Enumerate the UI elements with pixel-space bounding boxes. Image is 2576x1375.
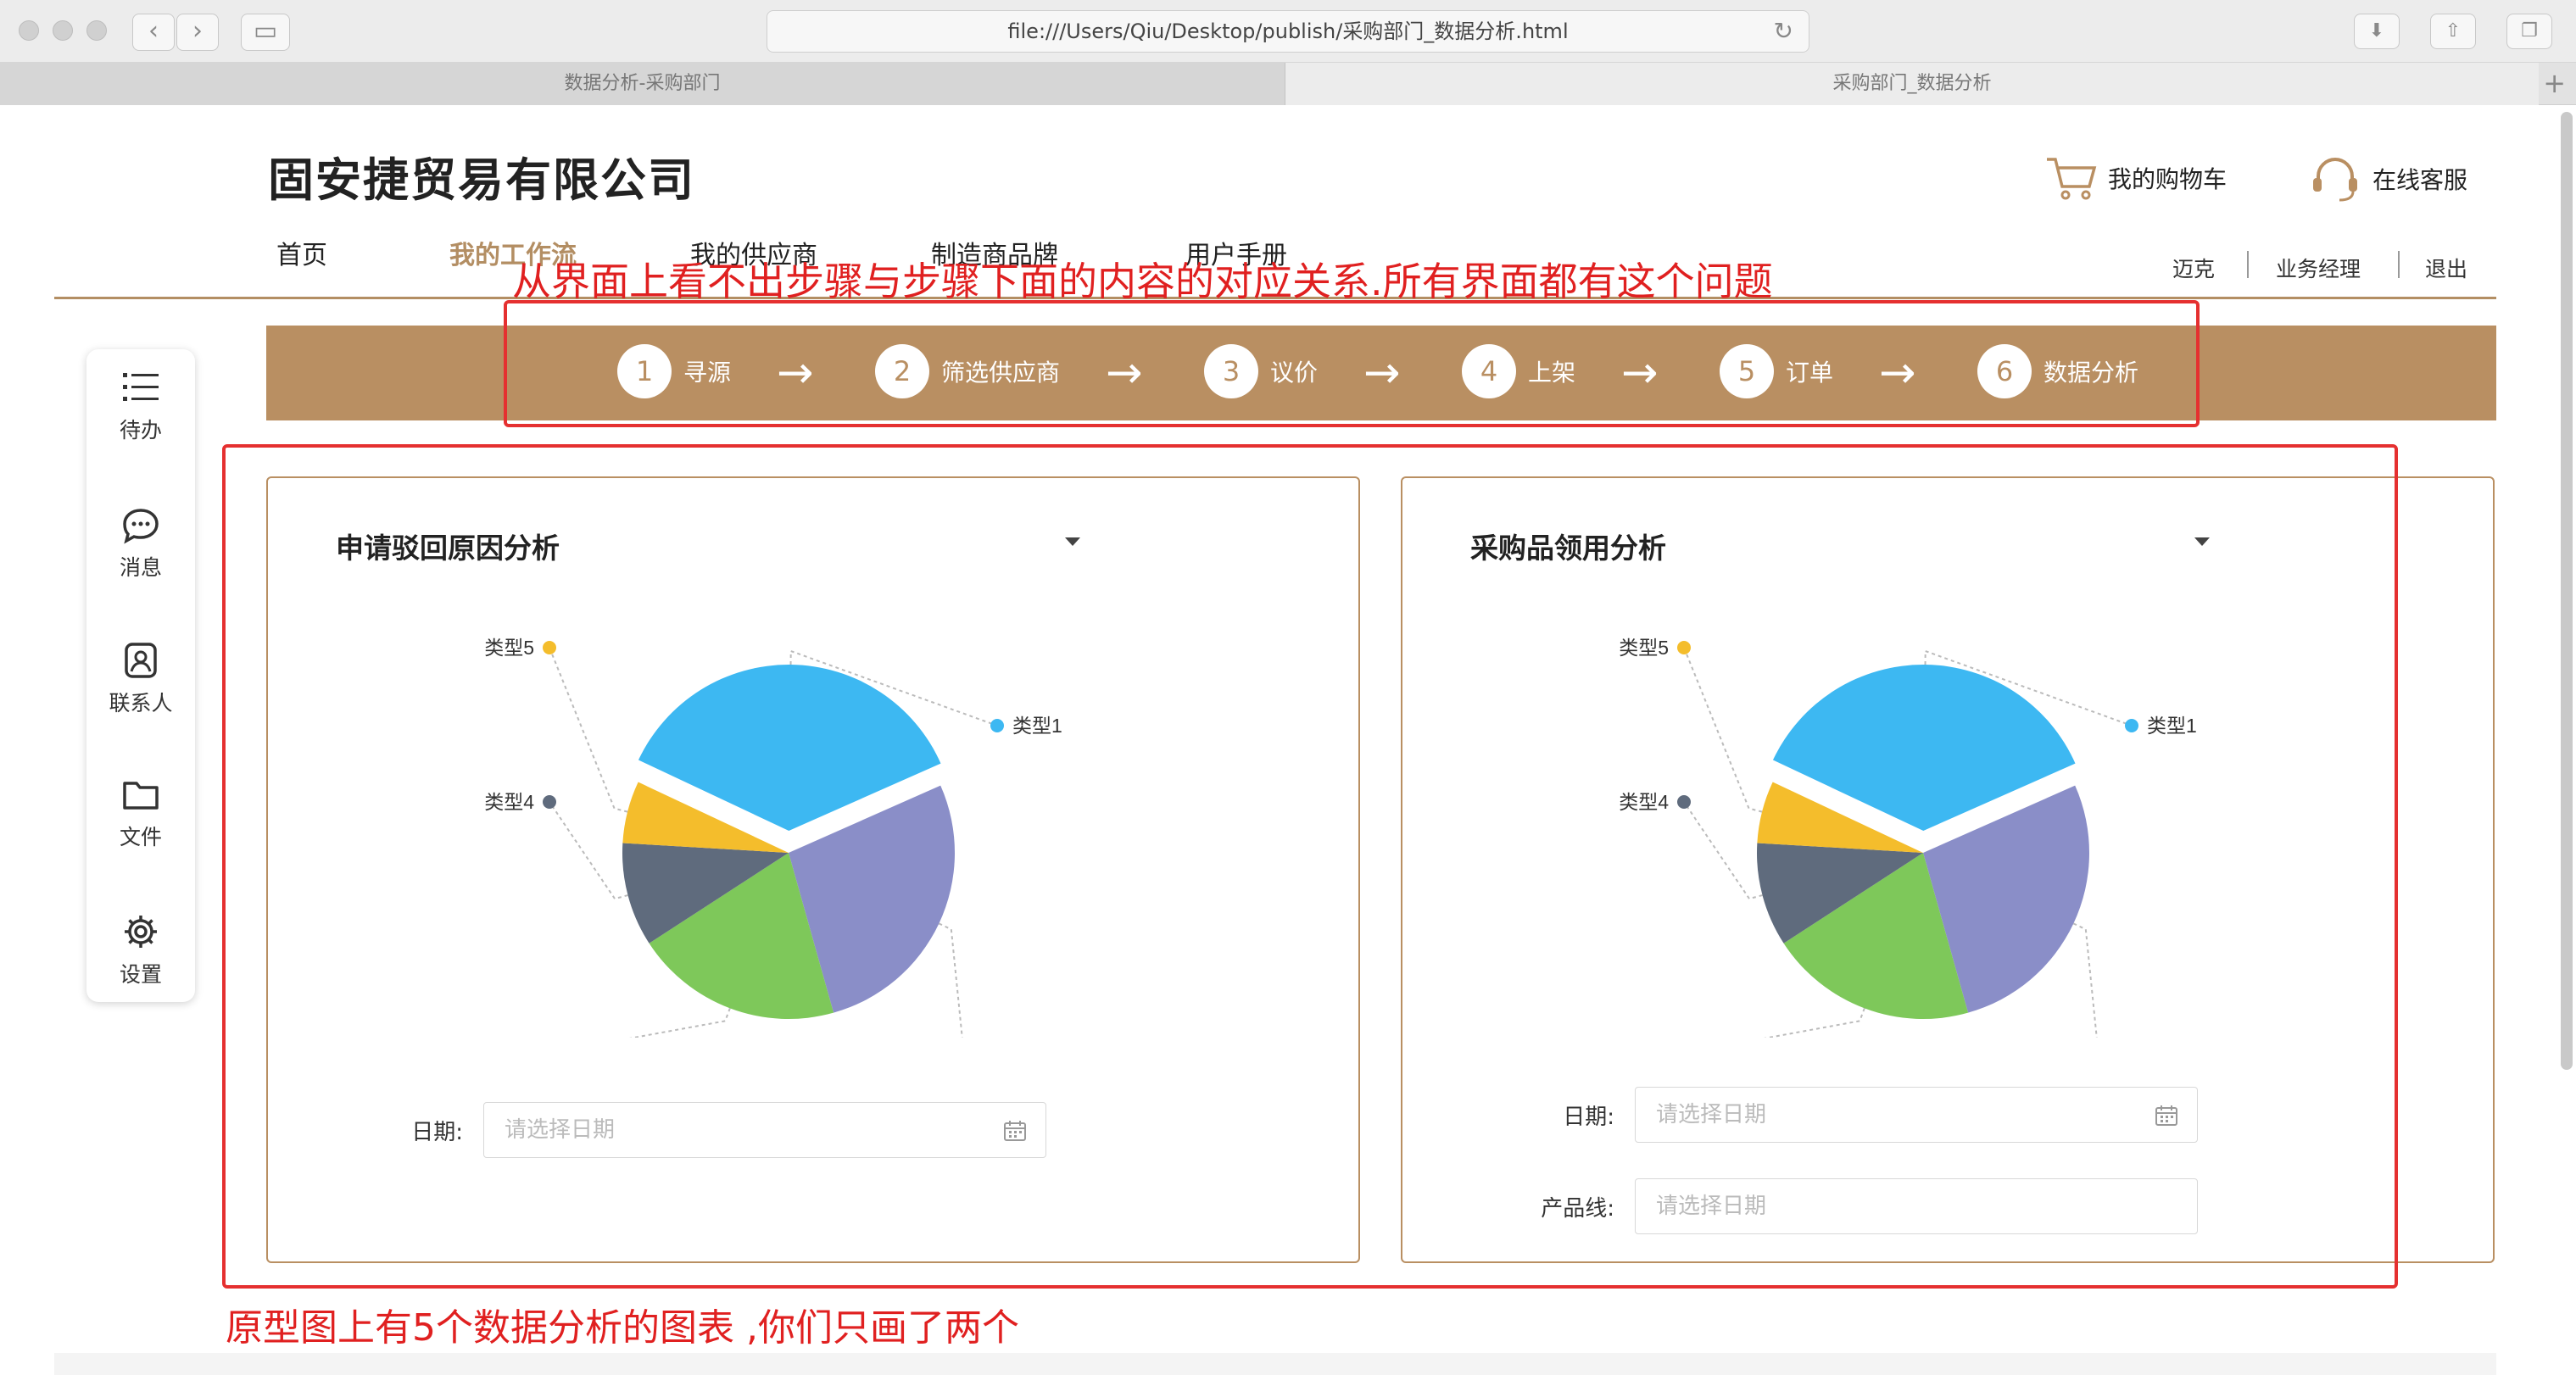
url-text: file:///Users/Qiu/Desktop/publish/采购部门_数…	[1007, 19, 1569, 43]
sidebar-toggle-icon[interactable]: ▭	[241, 14, 290, 51]
annotation-box-charts	[222, 444, 2398, 1289]
scrollbar[interactable]	[2561, 112, 2573, 1070]
sidebar-item-label: 联系人	[109, 691, 173, 715]
company-logo: 固安捷贸易有限公司	[268, 153, 695, 207]
logout-link[interactable]: 退出	[2425, 253, 2467, 283]
user-role[interactable]: 业务经理	[2276, 253, 2361, 283]
tab-procurement[interactable]: 采购部门_数据分析	[1285, 63, 2539, 105]
close-window-button[interactable]	[19, 20, 39, 41]
divider	[2398, 251, 2400, 278]
page-footer-strip	[54, 1353, 2496, 1375]
address-bar[interactable]: file:///Users/Qiu/Desktop/publish/采购部门_数…	[767, 10, 1809, 53]
tabs-overview-icon[interactable]: ❐	[2506, 14, 2552, 49]
cart-link[interactable]: 我的购物车	[2044, 153, 2227, 203]
sidebar-item-settings[interactable]: 设置	[86, 910, 195, 988]
sidebar-item-files[interactable]: 文件	[86, 773, 195, 851]
sidebar-item-label: 设置	[119, 962, 162, 987]
service-label: 在线客服	[2372, 166, 2468, 194]
sidebar-item-label: 文件	[119, 825, 162, 849]
browser-toolbar: ‹ › ▭ file:///Users/Qiu/Desktop/publish/…	[0, 0, 2576, 63]
back-icon[interactable]: ‹	[132, 14, 175, 51]
list-icon	[123, 373, 159, 401]
headset-icon	[2313, 158, 2357, 202]
share-icon[interactable]: ⇧	[2430, 14, 2476, 49]
sidebar-item-messages[interactable]: 消息	[86, 505, 195, 582]
new-tab-icon[interactable]: +	[2543, 63, 2566, 103]
annotation-box-steps	[504, 300, 2200, 427]
annotation-bottom: 原型图上有5个数据分析的图表 ,你们只画了两个	[226, 1306, 1019, 1350]
divider	[2247, 251, 2249, 278]
tab-bar: 数据分析-采购部门 采购部门_数据分析 +	[0, 63, 2576, 105]
service-link[interactable]: 在线客服	[2308, 153, 2467, 205]
sidebar-item-contacts[interactable]: 联系人	[86, 639, 195, 717]
folder-icon	[123, 782, 159, 810]
gear-icon	[125, 916, 157, 948]
cart-label: 我的购物车	[2108, 165, 2228, 193]
zoom-window-button[interactable]	[86, 20, 107, 41]
minimize-window-button[interactable]	[53, 20, 73, 41]
sidebar: 待办 消息 联系人 文件 设置	[86, 349, 195, 1002]
tab-data-analysis[interactable]: 数据分析-采购部门	[0, 63, 1285, 105]
download-icon[interactable]: ⬇	[2354, 14, 2400, 49]
forward-icon[interactable]: ›	[176, 14, 219, 51]
annotation-top: 从界面上看不出步骤与步骤下面的内容的对应关系.所有界面都有这个问题	[512, 259, 1773, 304]
nav-home[interactable]: 首页	[276, 234, 327, 271]
reload-icon[interactable]: ↻	[1774, 11, 1793, 52]
sidebar-item-label: 消息	[119, 555, 162, 580]
user-name[interactable]: 迈克	[2172, 253, 2215, 283]
cart-icon	[2047, 158, 2097, 200]
sidebar-item-label: 待办	[119, 418, 162, 443]
contact-icon	[125, 643, 157, 678]
chat-icon	[123, 509, 159, 544]
sidebar-item-todo[interactable]: 待办	[86, 366, 195, 444]
